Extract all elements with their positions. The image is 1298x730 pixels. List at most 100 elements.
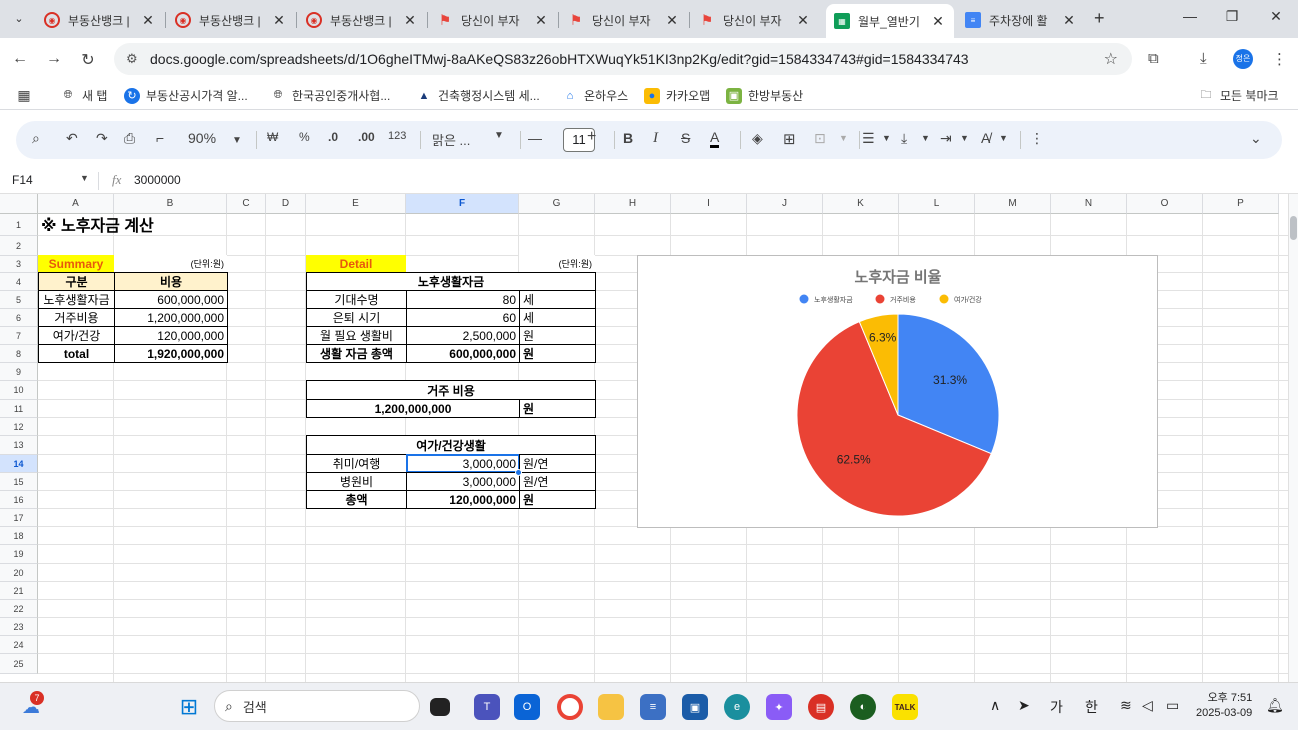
- row-header-18[interactable]: 18: [0, 527, 38, 545]
- text-color-icon[interactable]: A: [710, 130, 720, 148]
- store-icon[interactable]: ▣: [682, 694, 708, 720]
- row-header-19[interactable]: 19: [0, 545, 38, 564]
- url-field[interactable]: ⚙ docs.google.com/spreadsheets/d/1O6gheI…: [114, 43, 1132, 75]
- leisure-item[interactable]: 총액: [306, 490, 407, 509]
- site-settings-icon[interactable]: ⚙: [126, 51, 138, 67]
- clock[interactable]: 오후 7:51 2025-03-09: [1196, 691, 1252, 721]
- outlook-icon[interactable]: O: [514, 694, 540, 720]
- currency-format-button[interactable]: ₩: [267, 130, 278, 144]
- more-options-icon[interactable]: ⋮: [1030, 130, 1044, 147]
- summary-header[interactable]: 비용: [114, 272, 228, 291]
- chevron-down-icon[interactable]: ▼: [839, 133, 848, 143]
- column-header-a[interactable]: A: [38, 194, 114, 214]
- formula-input[interactable]: 3000000: [134, 173, 181, 187]
- row-header-14[interactable]: 14: [0, 455, 38, 473]
- row-header-5[interactable]: 5: [0, 291, 38, 309]
- housing-value[interactable]: 1,200,000,000: [306, 399, 520, 418]
- close-tab-icon[interactable]: ✕: [664, 12, 680, 29]
- scrollbar-thumb[interactable]: [1290, 216, 1297, 240]
- living-item[interactable]: 은퇴 시기: [306, 308, 407, 327]
- column-header-e[interactable]: E: [306, 194, 406, 214]
- column-header-d[interactable]: D: [266, 194, 306, 214]
- column-header-g[interactable]: G: [519, 194, 595, 214]
- living-unit[interactable]: 세: [519, 290, 596, 309]
- notification-bell-icon[interactable]: 🔔︎: [1266, 697, 1284, 714]
- bookmark-gongsi[interactable]: ↻ 부동산공시가격 알...: [124, 87, 248, 104]
- housing-unit[interactable]: 원: [519, 399, 596, 418]
- row-header-16[interactable]: 16: [0, 491, 38, 509]
- column-header-h[interactable]: H: [595, 194, 671, 214]
- close-tab-icon[interactable]: ✕: [795, 12, 811, 29]
- browser-tab[interactable]: ◉ 부동산뱅크 | ✕: [36, 6, 164, 34]
- fill-handle[interactable]: [515, 469, 522, 476]
- kakaotalk-icon[interactable]: TALK: [892, 694, 918, 720]
- summary-value[interactable]: 600,000,000: [114, 290, 228, 309]
- decrease-font-size-icon[interactable]: —: [528, 130, 542, 146]
- detail-label[interactable]: Detail: [306, 255, 406, 272]
- living-unit[interactable]: 원: [519, 326, 596, 345]
- summary-item[interactable]: 거주비용: [38, 308, 115, 327]
- row-header-12[interactable]: 12: [0, 418, 38, 436]
- notepad-icon[interactable]: ≡: [640, 694, 666, 720]
- bookmark-kar[interactable]: 🌐︎ 한국공인중개사협...: [270, 87, 391, 104]
- merge-cells-icon[interactable]: ⊡: [814, 130, 826, 147]
- forward-icon[interactable]: →: [44, 50, 64, 68]
- teams-icon[interactable]: T: [474, 694, 500, 720]
- chevron-down-icon[interactable]: ▼: [80, 173, 89, 183]
- bookmark-hanbang[interactable]: ▣ 한방부동산: [726, 87, 803, 104]
- download-icon[interactable]: ⤓: [1200, 50, 1207, 67]
- battery-icon[interactable]: ▭: [1166, 697, 1179, 714]
- row-header-11[interactable]: 11: [0, 400, 38, 418]
- task-view-icon[interactable]: [430, 698, 450, 716]
- leisure-unit[interactable]: 원/연: [519, 472, 596, 491]
- row-header-2[interactable]: 2: [0, 236, 38, 256]
- sheet-title[interactable]: ※ 노후자금 계산: [38, 213, 266, 235]
- leisure-unit[interactable]: 원/연: [519, 454, 596, 473]
- living-unit[interactable]: 원: [519, 344, 596, 363]
- all-bookmarks[interactable]: 🗀 모든 북마크: [1198, 87, 1279, 104]
- summary-item[interactable]: 여가/건강: [38, 326, 115, 345]
- living-item[interactable]: 기대수명: [306, 290, 407, 309]
- borders-icon[interactable]: ⊞: [783, 130, 796, 148]
- name-box[interactable]: F14: [12, 173, 33, 187]
- column-header-c[interactable]: C: [227, 194, 266, 214]
- browser-tab[interactable]: ⚑ 당신이 부자 ✕: [691, 6, 819, 34]
- reload-icon[interactable]: ↻: [78, 50, 98, 70]
- chevron-down-icon[interactable]: ▼: [999, 133, 1008, 143]
- ime-mode[interactable]: 가: [1050, 697, 1063, 717]
- row-header-4[interactable]: 4: [0, 273, 38, 291]
- chevron-down-icon[interactable]: ▼: [921, 133, 930, 143]
- leisure-header[interactable]: 여가/건강생활: [306, 435, 596, 455]
- search-menu-icon[interactable]: ⌕: [32, 130, 40, 147]
- summary-label[interactable]: Summary: [38, 255, 114, 272]
- increase-font-size-icon[interactable]: +: [587, 128, 596, 146]
- row-header-24[interactable]: 24: [0, 636, 38, 654]
- row-header-13[interactable]: 13: [0, 436, 38, 455]
- close-window-icon[interactable]: ✕: [1266, 8, 1286, 25]
- app-red-icon[interactable]: ▤: [808, 694, 834, 720]
- browser-tab[interactable]: ◉ 부동산뱅크 | ✕: [298, 6, 426, 34]
- living-value[interactable]: 2,500,000: [406, 326, 520, 345]
- row-header-6[interactable]: 6: [0, 309, 38, 327]
- close-tab-icon[interactable]: ✕: [271, 12, 287, 29]
- close-tab-icon[interactable]: ✕: [930, 13, 946, 30]
- pie-chart[interactable]: 노후자금 비율 노후생활자금 거주비용 여가/건강 31.3% 62.5% 6.3%: [637, 255, 1158, 528]
- column-header-b[interactable]: B: [114, 194, 227, 214]
- windows-start-icon[interactable]: ⊞: [176, 694, 202, 720]
- row-header-8[interactable]: 8: [0, 345, 38, 363]
- taskbar-search[interactable]: ⌕ 검색: [214, 690, 420, 722]
- back-icon[interactable]: ←: [10, 50, 30, 68]
- edge-icon[interactable]: e: [724, 694, 750, 720]
- tab-search-icon[interactable]: ⌄: [8, 8, 30, 30]
- close-tab-icon[interactable]: ✕: [1061, 12, 1077, 29]
- fill-color-icon[interactable]: ◈: [752, 130, 763, 147]
- horizontal-align-icon[interactable]: ☰: [862, 130, 875, 147]
- chevron-down-icon[interactable]: ▼: [960, 133, 969, 143]
- chevron-down-icon[interactable]: ▼: [882, 133, 891, 143]
- column-header-p[interactable]: P: [1203, 194, 1279, 214]
- living-header[interactable]: 노후생활자금: [306, 272, 596, 291]
- leisure-value[interactable]: 120,000,000: [406, 490, 520, 509]
- profile-avatar[interactable]: 정은: [1233, 49, 1253, 69]
- print-icon[interactable]: ⎙: [124, 130, 135, 147]
- column-header-i[interactable]: I: [671, 194, 747, 214]
